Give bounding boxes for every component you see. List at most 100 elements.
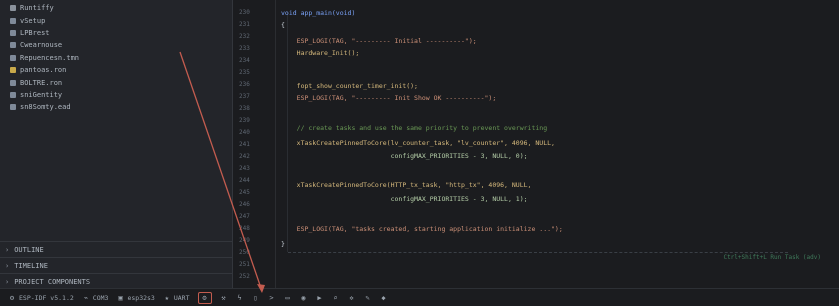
- line-number-gutter: 230 231 232 233 234 235 236 237 238 239 …: [233, 0, 276, 288]
- line-number: 237: [239, 93, 250, 100]
- tree-item[interactable]: BOLTRE.ron: [10, 76, 79, 88]
- run-button[interactable]: ▶: [316, 294, 324, 302]
- divider: [288, 252, 788, 253]
- tree-item[interactable]: Repuencesn.tmn: [10, 52, 79, 64]
- code-line: }: [281, 240, 285, 248]
- task-hint: Ctrl+Shift+L Run Task (adv): [723, 254, 821, 261]
- line-number: 246: [239, 201, 250, 208]
- search-button[interactable]: ⌕: [332, 294, 340, 302]
- notifications-button[interactable]: ◆: [380, 294, 388, 302]
- tree-item[interactable]: sn8Somty.ead: [10, 101, 79, 113]
- file-icon: [10, 29, 16, 36]
- code-line: configMAX_PRIORITIES - 3, NULL, 0);: [281, 152, 528, 160]
- bug-icon: ✲: [349, 293, 354, 302]
- tree-item-label: Cwearnouse: [20, 41, 63, 50]
- bug-button[interactable]: ✲: [348, 294, 356, 302]
- file-icon: [10, 54, 16, 61]
- line-number: 245: [239, 189, 250, 196]
- star-icon: ★: [164, 293, 169, 302]
- tree-item[interactable]: vSetup: [10, 14, 79, 26]
- panel-label: OUTLINE: [14, 245, 44, 254]
- line-number: 242: [239, 153, 250, 160]
- code-editor[interactable]: 230 231 232 233 234 235 236 237 238 239 …: [233, 0, 839, 288]
- tree-item-label: sn8Somty.ead: [20, 103, 71, 112]
- chevron-right-icon: ›: [5, 245, 10, 254]
- tree-item-label: Repuencesn.tmn: [20, 53, 80, 62]
- tree-item[interactable]: sniGentity: [10, 89, 79, 101]
- settings-icon: ⚙: [202, 293, 207, 302]
- tree-item[interactable]: Runtiffy: [10, 2, 79, 14]
- panel-outline[interactable]: › OUTLINE: [0, 241, 232, 257]
- line-number: 251: [239, 261, 250, 268]
- tree-item-label: sniGentity: [20, 90, 63, 99]
- chevron-right-icon: ›: [5, 261, 10, 270]
- trash-icon: ▯: [253, 293, 258, 302]
- line-number: 231: [239, 21, 250, 28]
- terminal-icon: >: [269, 293, 274, 302]
- line-number: 234: [239, 57, 250, 64]
- explorer-sidebar: Runtiffy vSetup LPBrest Cwearnouse Repue…: [0, 0, 233, 288]
- line-number: 249: [239, 237, 250, 244]
- code-line: ESP_LOGI(TAG, "--------- Initial -------…: [281, 37, 477, 45]
- code-line: Hardware_Init();: [281, 49, 360, 57]
- status-flash-method[interactable]: ★ UART: [163, 294, 190, 302]
- status-target[interactable]: ▣ esp32s3: [116, 293, 155, 302]
- chip-icon: ▣: [118, 293, 123, 302]
- debug-button[interactable]: ◉: [300, 294, 308, 302]
- code-line: void app_main(void): [281, 9, 356, 17]
- tree-item-label: pantoas.ron: [20, 66, 67, 75]
- status-label: UART: [173, 293, 190, 302]
- panel-project-components[interactable]: › PROJECT COMPONENTS: [0, 273, 232, 289]
- file-icon: [10, 17, 16, 24]
- file-icon: [10, 5, 16, 12]
- line-number: 247: [239, 213, 250, 220]
- file-icon: [10, 79, 16, 86]
- flash-icon: ϟ: [237, 293, 242, 302]
- line-number: 252: [239, 273, 250, 280]
- tree-item-label: LPBrest: [20, 28, 50, 37]
- line-number: 241: [239, 141, 250, 148]
- debug-icon: ◉: [301, 293, 306, 302]
- tool-button[interactable]: ✎: [364, 294, 372, 302]
- line-number: 230: [239, 9, 250, 16]
- tree-item-label: Runtiffy: [20, 4, 54, 13]
- code-line: ESP_LOGI(TAG, "--------- Init Show OK --…: [281, 94, 497, 102]
- file-icon: [10, 42, 16, 49]
- line-number: 238: [239, 105, 250, 112]
- status-label: ESP-IDF v5.1.2: [19, 293, 74, 302]
- code-area[interactable]: void app_main(void) { ESP_LOGI(TAG, "---…: [281, 0, 831, 288]
- gear-icon: ⚙: [9, 293, 15, 302]
- bell-icon: ◆: [381, 293, 386, 302]
- line-number: 240: [239, 129, 250, 136]
- line-number: 232: [239, 33, 250, 40]
- line-number: 236: [239, 81, 250, 88]
- status-port[interactable]: ⌁ COM3: [82, 294, 109, 302]
- line-number: 239: [239, 117, 250, 124]
- clean-button[interactable]: ▯: [252, 294, 260, 302]
- monitor-icon: ▭: [285, 293, 290, 302]
- line-number: 250: [239, 249, 250, 256]
- terminal-button[interactable]: >: [268, 294, 276, 302]
- plug-icon: ⌁: [83, 293, 88, 302]
- monitor-button[interactable]: ▭: [284, 294, 292, 302]
- chevron-right-icon: ›: [5, 277, 10, 286]
- tree-item[interactable]: LPBrest: [10, 27, 79, 39]
- panel-timeline[interactable]: › TIMELINE: [0, 257, 232, 273]
- status-idf-version[interactable]: ⚙ ESP-IDF v5.1.2: [8, 294, 74, 302]
- line-number: 235: [239, 69, 250, 76]
- sidebar-panels: › OUTLINE › TIMELINE › PROJECT COMPONENTS: [0, 241, 232, 289]
- search-icon: ⌕: [333, 293, 338, 302]
- code-line: configMAX_PRIORITIES - 3, NULL, 1);: [281, 195, 528, 203]
- build-button[interactable]: ⚒: [220, 294, 228, 302]
- ide-window: Runtiffy vSetup LPBrest Cwearnouse Repue…: [0, 0, 839, 306]
- file-icon: [10, 67, 16, 74]
- flash-button[interactable]: ϟ: [236, 294, 244, 302]
- code-line: xTaskCreatePinnedToCore(lv_counter_task,…: [281, 139, 555, 147]
- line-number: 248: [239, 225, 250, 232]
- tree-item[interactable]: Cwearnouse: [10, 39, 79, 51]
- settings-button[interactable]: ⚙: [197, 291, 212, 304]
- tool-icon: ✎: [365, 293, 370, 302]
- tree-item-label: BOLTRE.ron: [20, 78, 63, 87]
- build-icon: ⚒: [221, 293, 226, 302]
- tree-item[interactable]: pantoas.ron: [10, 64, 79, 76]
